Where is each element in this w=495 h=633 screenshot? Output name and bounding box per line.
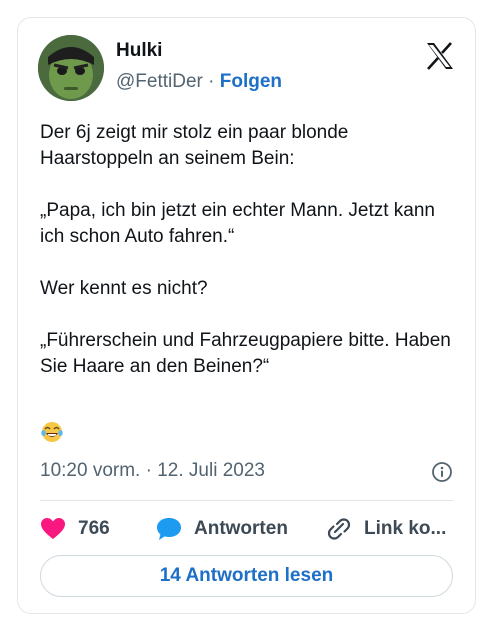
link-icon <box>327 518 351 540</box>
copy-link-label: Link ko... <box>364 518 447 539</box>
speech-bubble-icon <box>157 518 181 540</box>
author-name[interactable]: Hulki <box>116 40 162 62</box>
author-handle[interactable]: @FettiDer <box>116 71 203 92</box>
heart-icon <box>41 518 65 539</box>
x-logo-icon[interactable] <box>425 42 455 70</box>
reply-label: Antworten <box>194 518 288 539</box>
read-replies-button[interactable]: 14 Antworten lesen <box>40 555 453 597</box>
author-meta: @FettiDer · Folgen <box>116 71 282 93</box>
copy-link-button[interactable]: Link ko... <box>326 517 446 541</box>
follow-button[interactable]: Folgen <box>220 71 282 92</box>
tweet-text: Der 6j zeigt mir stolz ein paar blonde H… <box>40 122 451 377</box>
reply-button[interactable]: Antworten <box>156 517 326 541</box>
action-bar: 766 Antworten Link ko... <box>40 513 453 545</box>
avatar[interactable] <box>38 35 104 101</box>
tweet-card: Hulki @FettiDer · Folgen Der 6j zeigt mi… <box>17 17 476 614</box>
like-button[interactable]: 766 <box>40 517 132 541</box>
info-icon[interactable] <box>431 461 453 483</box>
laughing-tears-emoji <box>41 422 63 442</box>
timestamp[interactable]: 10:20 vorm. · 12. Juli 2023 <box>40 460 265 482</box>
like-count: 766 <box>78 518 110 539</box>
meta-separator: · <box>202 71 220 92</box>
divider <box>40 500 453 501</box>
